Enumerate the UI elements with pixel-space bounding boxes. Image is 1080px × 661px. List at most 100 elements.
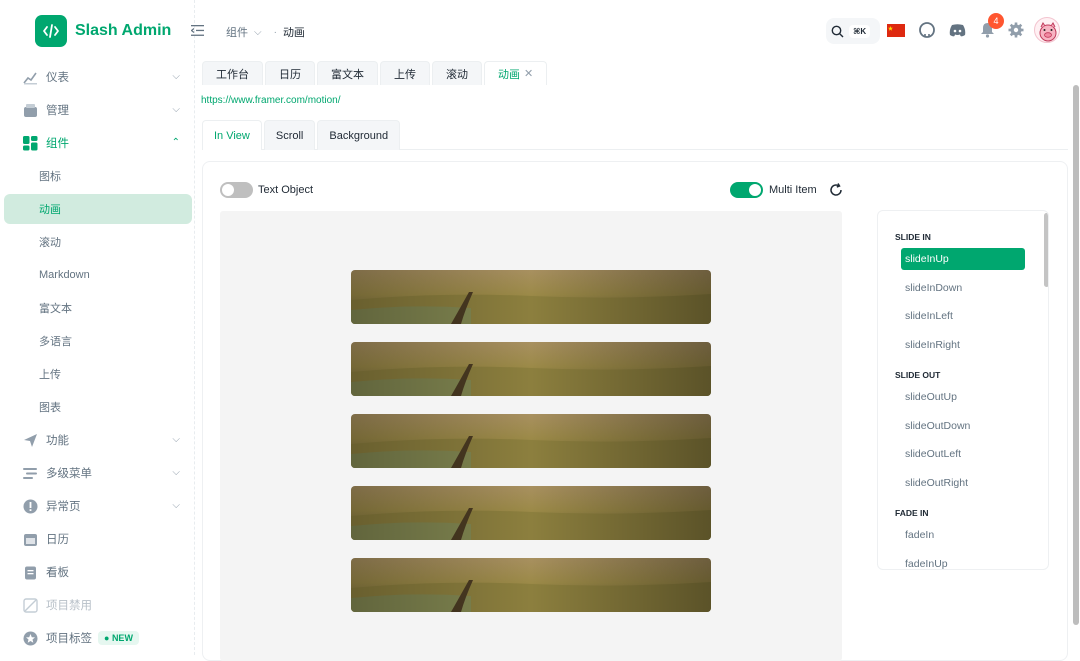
sidebar-subitem-scroll[interactable]: 滚动 bbox=[4, 227, 192, 257]
breadcrumb-current: 动画 bbox=[282, 27, 305, 39]
breadcrumb-separator: · bbox=[273, 26, 277, 38]
app-title: Slash Admin bbox=[75, 22, 172, 39]
tab-label: 滚动 bbox=[446, 68, 468, 81]
page-tabs: 工作台 日历 富文本 上传 滚动 动画 ✕ bbox=[202, 61, 549, 85]
sidebar-item-label: 看板 bbox=[46, 567, 69, 579]
sidebar-item-calendar[interactable]: 日历 bbox=[4, 524, 192, 554]
tab-richtext[interactable]: 富文本 bbox=[317, 61, 378, 85]
text-object-label: Text Object bbox=[258, 184, 314, 196]
variant-list: SLIDE IN slideInUp slideInDown slideInLe… bbox=[877, 210, 1049, 570]
text-object-toggle[interactable] bbox=[220, 182, 253, 198]
tab-scroll[interactable]: 滚动 bbox=[432, 61, 482, 85]
sidebar-item-dashboard[interactable]: 仪表 ⌵ bbox=[4, 62, 192, 92]
variant-fadeIn[interactable]: fadeIn bbox=[901, 524, 1025, 546]
sidebar-item-management[interactable]: 管理 ⌵ bbox=[4, 95, 192, 125]
notification-badge: 4 bbox=[988, 13, 1004, 29]
variant-slideInUp[interactable]: slideInUp bbox=[901, 248, 1025, 270]
sidebar-item-label: 项目禁用 bbox=[46, 600, 92, 612]
disabled-icon bbox=[22, 597, 38, 613]
chevron-down-icon: ⌵ bbox=[172, 71, 180, 82]
collapse-menu-icon[interactable] bbox=[188, 21, 206, 39]
sidebar-item-label: 管理 bbox=[46, 105, 69, 117]
tab-label: 工作台 bbox=[216, 68, 249, 81]
variant-slideInLeft[interactable]: slideInLeft bbox=[901, 305, 1025, 327]
error-icon bbox=[22, 498, 38, 514]
management-icon bbox=[22, 102, 38, 118]
sidebar-subitem-i18n[interactable]: 多语言 bbox=[4, 326, 192, 356]
kanban-icon bbox=[22, 564, 38, 580]
sidebar-item-components[interactable]: 组件 ⌃ bbox=[4, 128, 192, 158]
sidebar-item-label: 异常页 bbox=[46, 501, 81, 513]
new-badge: ● NEW bbox=[98, 631, 139, 645]
sidebar-item-kanban[interactable]: 看板 bbox=[4, 557, 192, 587]
discord-icon[interactable] bbox=[948, 21, 966, 39]
subtab-background[interactable]: Background bbox=[317, 120, 401, 150]
tab-label: 日历 bbox=[279, 68, 301, 81]
field-image bbox=[351, 486, 711, 540]
field-image bbox=[351, 342, 711, 396]
chevron-down-icon: ⌵ bbox=[172, 434, 180, 445]
sidebar-subitem-animation[interactable]: 动画 bbox=[4, 194, 192, 224]
group-title-slide-in: SLIDE IN bbox=[895, 232, 931, 242]
sidebar-item-functions[interactable]: 功能 ⌵ bbox=[4, 425, 192, 455]
sidebar-subitem-markdown[interactable]: Markdown bbox=[4, 260, 192, 290]
subtab-scroll[interactable]: Scroll bbox=[263, 120, 316, 150]
sidebar-item-label: 项目标签 bbox=[46, 633, 92, 645]
animation-preview bbox=[220, 211, 842, 661]
send-icon bbox=[22, 432, 38, 448]
tab-upload[interactable]: 上传 bbox=[380, 61, 430, 85]
avatar[interactable] bbox=[1034, 17, 1060, 43]
variant-slideOutLeft[interactable]: slideOutLeft bbox=[901, 443, 1025, 465]
tab-label: 上传 bbox=[394, 68, 416, 81]
toggle-knob bbox=[222, 184, 234, 196]
calendar-icon bbox=[22, 531, 38, 547]
breadcrumb: 组件 ⌵ · 动画 bbox=[226, 24, 305, 40]
sidebar-subitem-upload[interactable]: 上传 bbox=[4, 359, 192, 389]
animation-subtabs: In View Scroll Background bbox=[202, 120, 1068, 150]
chevron-down-icon: ⌵ bbox=[172, 104, 180, 115]
chevron-down-icon: ⌵ bbox=[254, 26, 262, 38]
close-icon[interactable]: ✕ bbox=[524, 67, 533, 80]
page-scrollbar[interactable] bbox=[1073, 85, 1079, 625]
subtab-in-view[interactable]: In View bbox=[202, 120, 262, 150]
search-icon bbox=[831, 25, 844, 37]
sidebar: Slash Admin 仪表 ⌵ 管理 ⌵ 组件 ⌃ 图标 动画 滚动 Mark… bbox=[0, 0, 195, 655]
breadcrumb-parent[interactable]: 组件 bbox=[226, 24, 248, 40]
variant-list-scrollbar[interactable] bbox=[1044, 213, 1048, 287]
sidebar-subitem-richtext[interactable]: 富文本 bbox=[4, 293, 192, 323]
github-icon[interactable] bbox=[918, 21, 936, 39]
tab-animation[interactable]: 动画 ✕ bbox=[484, 61, 548, 85]
variant-slideOutUp[interactable]: slideOutUp bbox=[901, 386, 1025, 408]
multi-item-label: Multi Item bbox=[769, 184, 817, 196]
group-title-fade-in: FADE IN bbox=[895, 508, 929, 518]
sidebar-subitem-icons[interactable]: 图标 bbox=[4, 161, 192, 191]
sidebar-item-label: 仪表 bbox=[46, 72, 69, 84]
dashboard-icon bbox=[22, 69, 38, 85]
china-flag-icon[interactable] bbox=[887, 21, 905, 39]
app-logo[interactable]: Slash Admin bbox=[35, 15, 171, 47]
variant-slideInRight[interactable]: slideInRight bbox=[901, 334, 1025, 356]
field-image bbox=[351, 414, 711, 468]
code-icon bbox=[35, 15, 67, 47]
refresh-icon[interactable] bbox=[827, 181, 845, 199]
gear-icon[interactable] bbox=[1007, 21, 1025, 39]
tab-label: 富文本 bbox=[331, 68, 364, 81]
variant-slideOutRight[interactable]: slideOutRight bbox=[901, 472, 1025, 494]
sidebar-item-menu-levels[interactable]: 多级菜单 ⌵ bbox=[4, 458, 192, 488]
variant-slideInDown[interactable]: slideInDown bbox=[901, 277, 1025, 299]
menu-levels-icon bbox=[22, 465, 38, 481]
sidebar-subitem-chart[interactable]: 图表 bbox=[4, 392, 192, 422]
variant-fadeInUp[interactable]: fadeInUp bbox=[901, 553, 1025, 569]
top-header: 组件 ⌵ · 动画 ⌘K 4 bbox=[190, 0, 1080, 60]
variant-slideOutDown[interactable]: slideOutDown bbox=[901, 415, 1025, 437]
search-button[interactable]: ⌘K bbox=[826, 18, 880, 44]
sidebar-item-error-pages[interactable]: 异常页 ⌵ bbox=[4, 491, 192, 521]
field-image bbox=[351, 270, 711, 324]
tab-calendar[interactable]: 日历 bbox=[265, 61, 315, 85]
framer-motion-link[interactable]: https://www.framer.com/motion/ bbox=[201, 95, 341, 106]
toggle-knob bbox=[749, 184, 761, 196]
sidebar-item-tag[interactable]: 项目标签 ● NEW bbox=[4, 623, 192, 653]
tab-workbench[interactable]: 工作台 bbox=[202, 61, 263, 85]
field-image bbox=[351, 558, 711, 612]
multi-item-toggle[interactable] bbox=[730, 182, 763, 198]
